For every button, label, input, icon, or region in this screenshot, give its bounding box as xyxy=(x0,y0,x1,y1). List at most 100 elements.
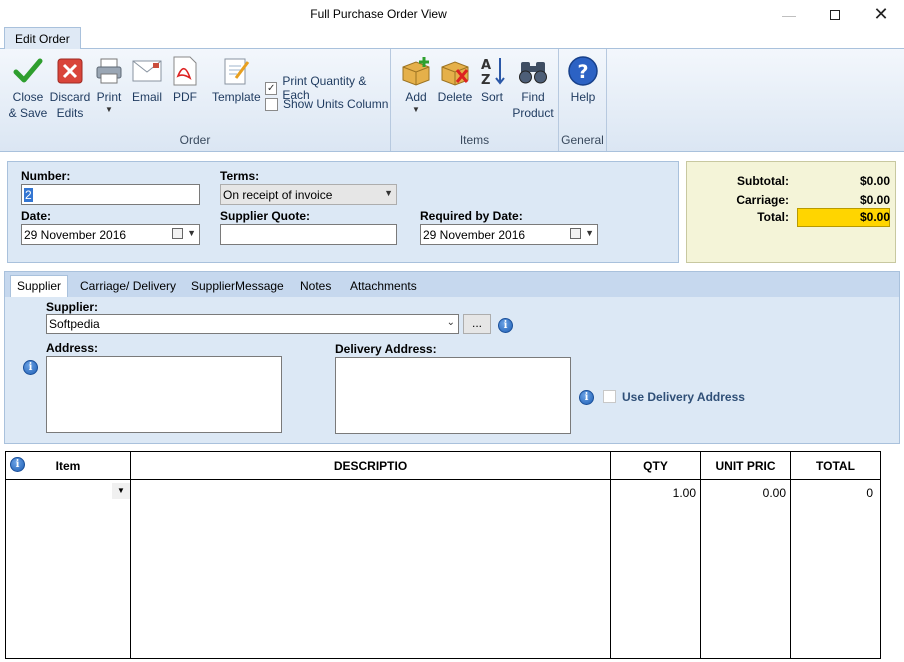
address-textarea[interactable] xyxy=(46,356,282,433)
print-button[interactable]: Print ▼ xyxy=(92,55,126,115)
total-value: $0.00 xyxy=(859,210,890,224)
title-bar: Full Purchase Order View — ✕ xyxy=(0,0,904,29)
info-icon[interactable]: i xyxy=(10,457,25,472)
subtotal-label: Subtotal: xyxy=(737,174,789,188)
grid-column-qty[interactable] xyxy=(611,480,701,659)
help-button[interactable]: ? Help xyxy=(565,55,601,105)
terms-label: Terms: xyxy=(220,169,260,183)
tab-edit-order[interactable]: Edit Order xyxy=(4,27,81,50)
discard-edits-button[interactable]: Discard Edits xyxy=(48,55,92,121)
tab-supplier[interactable]: Supplier xyxy=(10,275,69,297)
svg-text:Z: Z xyxy=(481,73,490,87)
row-qty-cell[interactable]: 1.00 xyxy=(673,486,696,500)
envelope-icon xyxy=(131,55,163,87)
browse-supplier-button[interactable]: ... xyxy=(463,314,491,334)
date-label: Date: xyxy=(21,209,52,223)
order-header-panel: Number: 2 Terms: On receipt of invoice ▼… xyxy=(7,161,679,263)
window-title: Full Purchase Order View xyxy=(310,7,447,21)
delivery-address-textarea[interactable] xyxy=(335,357,571,434)
grid-column-unit-price[interactable] xyxy=(701,480,791,659)
use-delivery-address-label: Use Delivery Address xyxy=(622,390,745,404)
supplier-label: Supplier: xyxy=(46,300,99,314)
template-icon xyxy=(220,55,252,87)
totals-panel: Subtotal: $0.00 Carriage: $0.00 Total: $… xyxy=(686,161,896,263)
column-header-unit-price[interactable]: UNIT PRIC xyxy=(701,452,791,480)
subtotal-row: Subtotal: $0.00 xyxy=(687,172,897,190)
carriage-value: $0.00 xyxy=(859,193,890,207)
required-by-date-picker[interactable]: 29 November 2016 ▼ xyxy=(420,224,598,245)
binoculars-icon xyxy=(517,55,549,87)
grid-column-item[interactable] xyxy=(6,480,131,659)
detail-tabs-panel: Supplier Carriage/ Delivery SupplierMess… xyxy=(4,271,900,444)
total-row: Total: $0.00 xyxy=(687,208,897,227)
delete-item-button[interactable]: Delete xyxy=(437,55,473,105)
maximize-icon xyxy=(830,9,840,20)
info-icon[interactable]: i xyxy=(498,318,513,333)
chevron-down-icon: ▼ xyxy=(412,105,420,114)
items-grid: i Item DESCRIPTIO QTY UNIT PRIC TOTAL ▼ … xyxy=(5,451,881,659)
ribbon-group-order: Close & Save Discard Edits Print ▼ Email xyxy=(0,49,391,151)
info-icon[interactable]: i xyxy=(23,360,38,375)
printer-icon xyxy=(93,55,125,87)
number-input[interactable]: 2 xyxy=(21,184,200,205)
carriage-row: Carriage: $0.00 xyxy=(687,191,897,209)
maximize-button[interactable] xyxy=(812,0,858,29)
column-header-item[interactable]: i Item xyxy=(6,452,131,480)
checkmark-icon xyxy=(12,55,44,87)
ribbon-tab-strip: Edit Order xyxy=(0,27,904,50)
row-unit-price-cell[interactable]: 0.00 xyxy=(763,486,786,500)
pdf-icon xyxy=(169,55,201,87)
minimize-button[interactable]: — xyxy=(766,0,812,29)
delete-box-icon xyxy=(439,55,471,87)
item-dropdown-button[interactable]: ▼ xyxy=(112,483,130,499)
close-window-button[interactable]: ✕ xyxy=(858,0,904,29)
row-total-cell[interactable]: 0 xyxy=(866,486,873,500)
calendar-icon xyxy=(570,228,581,239)
ribbon: Close & Save Discard Edits Print ▼ Email xyxy=(0,49,904,152)
pdf-button[interactable]: PDF xyxy=(168,55,202,105)
detail-tab-strip: Supplier Carriage/ Delivery SupplierMess… xyxy=(5,272,899,297)
supplier-quote-label: Supplier Quote: xyxy=(220,209,310,223)
group-label-items: Items xyxy=(459,133,490,147)
column-header-total[interactable]: TOTAL xyxy=(791,452,880,480)
grid-column-total[interactable] xyxy=(791,480,880,659)
template-button[interactable]: Template xyxy=(212,55,261,105)
chevron-down-icon: ▼ xyxy=(384,188,393,198)
supplier-quote-input[interactable] xyxy=(220,224,397,245)
close-save-button[interactable]: Close & Save xyxy=(6,55,50,121)
carriage-label: Carriage: xyxy=(736,193,789,207)
tab-attachments[interactable]: Attachments xyxy=(350,276,417,298)
tab-notes[interactable]: Notes xyxy=(300,276,331,298)
show-units-column-checkbox[interactable]: Show Units Column xyxy=(265,97,388,111)
find-product-button[interactable]: Find Product xyxy=(511,55,555,121)
checkbox-checked-icon: ✓ xyxy=(265,81,278,95)
grid-column-description[interactable] xyxy=(131,480,611,659)
required-by-date-label: Required by Date: xyxy=(420,209,523,223)
sort-button[interactable]: AZ Sort xyxy=(477,55,507,105)
subtotal-value: $0.00 xyxy=(859,174,890,188)
use-delivery-address-checkbox[interactable] xyxy=(603,390,616,403)
date-picker[interactable]: 29 November 2016 ▼ xyxy=(21,224,200,245)
column-header-description[interactable]: DESCRIPTIO xyxy=(131,452,611,480)
checkbox-unchecked-icon xyxy=(265,97,278,111)
delivery-address-label: Delivery Address: xyxy=(335,342,437,356)
info-icon[interactable]: i xyxy=(579,390,594,405)
add-item-button[interactable]: Add ▼ xyxy=(399,55,433,115)
chevron-down-icon: ▼ xyxy=(187,228,196,238)
supplier-select[interactable]: Softpedia ⌄ xyxy=(46,314,459,334)
tab-supplier-message[interactable]: SupplierMessage xyxy=(191,276,284,298)
add-box-icon xyxy=(400,55,432,87)
group-label-general: General xyxy=(561,133,604,147)
column-header-qty[interactable]: QTY xyxy=(611,452,701,480)
terms-select[interactable]: On receipt of invoice ▼ xyxy=(220,184,397,205)
svg-text:A: A xyxy=(481,58,491,73)
ribbon-group-items: Add ▼ Delete AZ Sort Find Product Items xyxy=(391,49,559,151)
total-label: Total: xyxy=(757,210,789,224)
email-button[interactable]: Email xyxy=(130,55,164,105)
tab-carriage-delivery[interactable]: Carriage/ Delivery xyxy=(80,276,176,298)
discard-icon xyxy=(54,55,86,87)
ribbon-group-general: ? Help General xyxy=(559,49,607,151)
sort-az-icon: AZ xyxy=(477,55,509,87)
chevron-down-icon: ⌄ xyxy=(446,317,455,328)
help-icon: ? xyxy=(567,55,599,87)
